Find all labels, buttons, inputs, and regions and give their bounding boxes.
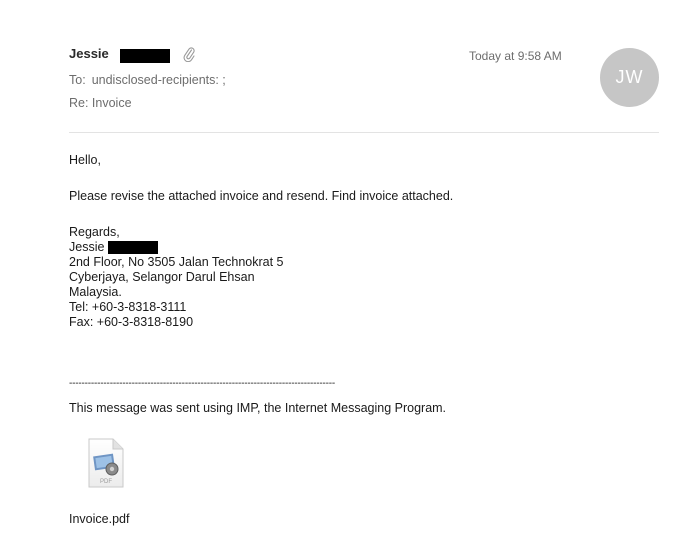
signature-block: Regards, Jessie 2nd Floor, No 3505 Jalan…	[69, 225, 284, 330]
signature-address-2: Cyberjaya, Selangor Darul Ehsan	[69, 270, 255, 284]
signature-regards: Regards,	[69, 225, 120, 239]
pdf-icon-label: PDF	[100, 479, 112, 485]
imp-footer-text: This message was sent using IMP, the Int…	[69, 401, 447, 415]
request-text: Please revise the attached invoice and r…	[69, 189, 454, 203]
recipient-value[interactable]: undisclosed-recipients: ;	[92, 73, 226, 87]
recipient-line: To: undisclosed-recipients: ;	[69, 73, 226, 87]
avatar-initials: JW	[615, 67, 644, 87]
attachment-filename[interactable]: Invoice.pdf	[69, 512, 129, 526]
sender-name[interactable]: Jessie	[69, 46, 109, 61]
paperclip-icon	[183, 47, 195, 62]
sender-avatar: JW	[600, 48, 659, 107]
redaction-bar	[108, 241, 159, 255]
signature-name: Jessie	[69, 240, 105, 254]
signature-address-3: Malaysia.	[69, 285, 122, 299]
signature-name-line: Jessie	[69, 240, 284, 255]
greeting-text: Hello,	[69, 153, 101, 167]
message-timestamp: Today at 9:58 AM	[469, 49, 562, 63]
signature-address-1: 2nd Floor, No 3505 Jalan Technokrat 5	[69, 255, 284, 269]
message-subject: Re: Invoice	[69, 96, 132, 110]
redaction-bar	[120, 49, 170, 63]
signature-tel: Tel: +60-3-8318-3111	[69, 300, 187, 314]
signature-separator: ----------------------------------------…	[69, 378, 336, 389]
message-header: Jessie Today at 9:58 AM JW To: undisclose…	[0, 0, 676, 134]
to-label: To:	[69, 73, 86, 87]
pdf-file-icon[interactable]: PDF	[87, 438, 125, 488]
signature-fax: Fax: +60-3-8318-8190	[69, 315, 194, 329]
header-divider	[69, 132, 659, 133]
